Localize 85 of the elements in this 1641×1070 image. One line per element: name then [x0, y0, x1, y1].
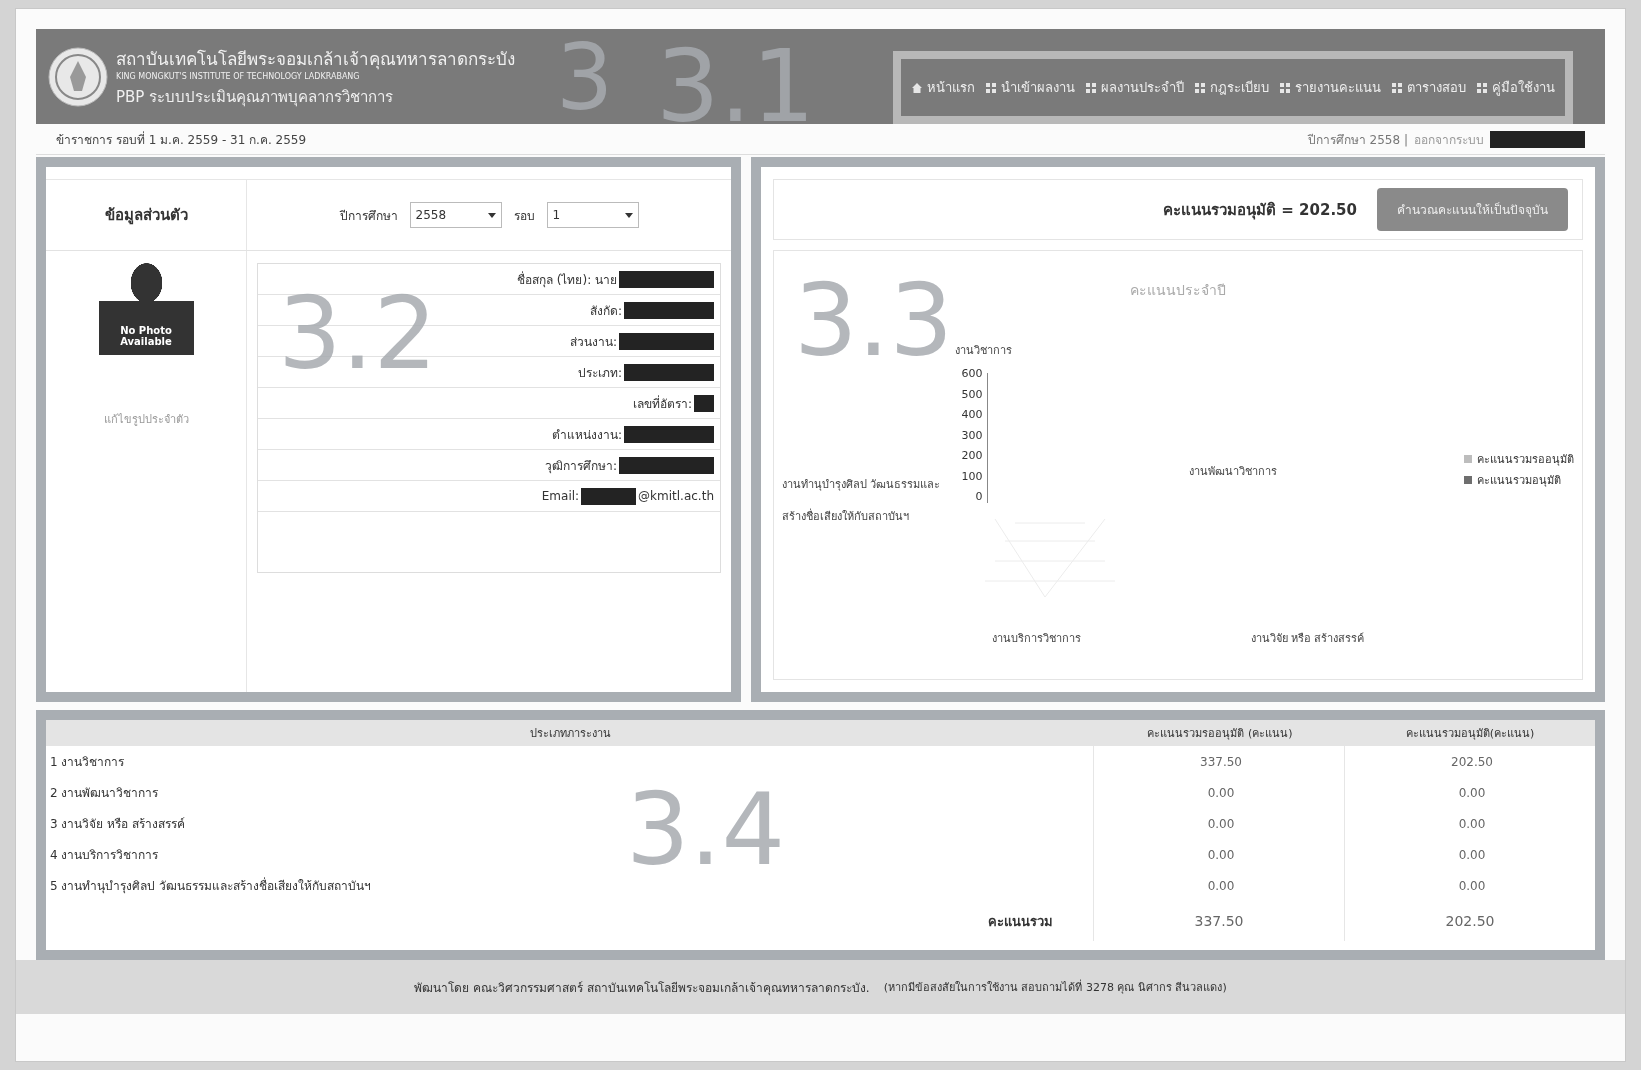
table-cell-text: 2 งานพัฒนาวิชาการ [49, 785, 160, 802]
year-select[interactable]: 2558 [409, 202, 502, 228]
grid-icon [1194, 81, 1206, 94]
field-label: ประเภท: [577, 364, 622, 382]
caret-icon [487, 212, 496, 218]
tick-label: 500 [960, 387, 983, 403]
nav-link[interactable]: คู่มือใช้งาน [1476, 77, 1555, 98]
annotation-number: 3.3 [794, 271, 954, 371]
table-cell-text: 0.00 [1206, 815, 1235, 833]
field-label: ชื่อสกุล (ไทย): นาย [516, 270, 617, 289]
field-label: ส่วนงาน: [569, 333, 617, 351]
tick-label: 300 [960, 428, 983, 444]
footer-credit: พัฒนาโดย คณะวิศวกรรมศาสตร์ สถาบันเทคโนโลยีพระจอมเกล้าเจ้าคุณทหารลาดกระบัง. [414, 979, 870, 997]
chart-title: คะแนนประจำปี [1130, 281, 1226, 300]
axis-label: งานวิจัย หรือ สร้างสรรค์ [1250, 630, 1365, 647]
institute-name-thai: สถาบันเทคโนโลยีพระจอมเกล้าเจ้าคุณทหารลาดกระบัง [116, 47, 515, 72]
column-header: ประเภทภาระงาน [529, 726, 612, 742]
tick-label: 0 [974, 490, 983, 505]
total-value: 202.50 [1445, 912, 1495, 931]
table-cell-text: 0.00 [1457, 815, 1486, 833]
logout-link[interactable]: ออกจากระบบ [1414, 129, 1484, 149]
table-cell-text: 0.00 [1206, 846, 1235, 864]
no-photo-text: No Photo Available [119, 325, 173, 347]
seal-logo-icon [48, 46, 108, 107]
nav-link[interactable]: ผลงานประจำปี [1085, 77, 1184, 98]
field-label: ตำแหน่งงาน: [551, 426, 622, 444]
grid-icon [1391, 81, 1403, 94]
legend-label: คะแนนรวมรออนุมัติ [1477, 452, 1574, 469]
table-cell-text: 0.00 [1457, 846, 1486, 864]
axis-label: งานพัฒนาวิชาการ [1188, 464, 1277, 478]
home-icon [911, 81, 923, 94]
total-value: 337.50 [1194, 912, 1244, 931]
column-header: คะแนนรวมรออนุมัติ (คะแนน) [1146, 726, 1294, 742]
table-cell-text: 0.00 [1457, 877, 1486, 895]
field-label: เลขที่อัตรา: [632, 394, 692, 413]
table-cell-text: 0.00 [1457, 784, 1486, 802]
legend-label: คะแนนรวมอนุมัติ [1477, 473, 1561, 490]
tick-label: 100 [960, 469, 983, 485]
table-cell-text: 5 งานทำนุบำรุงศิลป วัฒนธรรมและสร้างชื่อเสียงให้กับสถาบันฯ [49, 876, 373, 896]
table-cell-text: 202.50 [1450, 753, 1493, 771]
nav-link[interactable]: หน้าแรก [911, 77, 975, 98]
approved-score-summary: คะแนนรวมอนุมัติ = 202.50 [1163, 199, 1357, 222]
axis-label: งานบริการวิชาการ [991, 630, 1081, 647]
system-name: PBP ระบบประเมินคุณภาพบุคลากรวิชาการ [116, 86, 395, 109]
grid-icon [985, 81, 997, 94]
table-cell-text: 3 งานวิจัย หรือ สร้างสรรค์ [49, 816, 187, 833]
total-label: คะแนนรวม [988, 912, 1053, 931]
tick-label: 200 [960, 449, 983, 464]
academic-year-text: ปีการศึกษา 2558 | [1307, 131, 1408, 149]
nav-link[interactable]: นำเข้าผลงาน [985, 77, 1075, 98]
table-cell-text: 0.00 [1206, 784, 1235, 802]
grid-icon [1279, 81, 1291, 94]
field-label: สังกัด: [589, 302, 622, 320]
table-cell-text: 1 งานวิชาการ [49, 754, 126, 771]
year-label: ปีการศึกษา [339, 207, 398, 225]
field-label: วุฒิการศึกษา: [544, 457, 617, 475]
axis-label: งานทำนุบำรุงศิลป วัฒนธรรมและ [782, 476, 941, 493]
table-cell-text: 4 งานบริการวิชาการ [49, 847, 160, 864]
edit-photo-link[interactable]: แก้ไขรูปประจำตัว [103, 410, 189, 428]
annotation-number: 3.2 [278, 284, 438, 384]
footer-contact: (หากมีข้อสงสัยในการใช้งาน สอบถามได้ที่ 3278 คุณ นิศากร สีนวลแดง) [883, 978, 1227, 996]
nav-link[interactable]: รายงานคะแนน [1279, 77, 1381, 98]
redaction-bar [694, 394, 714, 412]
axis-label: งานวิชาการ [954, 343, 1012, 359]
grid-icon [1085, 81, 1097, 94]
period-text: ข้าราชการ รอบที่ 1 ม.ค. 2559 - 31 ก.ค. 2559 [56, 130, 307, 149]
table-cell-text: 337.50 [1199, 753, 1242, 771]
nav-link[interactable]: กฎระเบียบ [1194, 77, 1269, 98]
profile-title: ข้อมูลส่วนตัว [104, 205, 188, 227]
tick-label: 400 [960, 408, 983, 423]
axis-label: สร้างชื่อเสียงให้กับสถาบันฯ [782, 507, 910, 525]
tick-label: 600 [960, 367, 983, 382]
round-label: รอบ [513, 207, 535, 225]
recalculate-button[interactable]: คำนวณคะแนนให้เป็นปัจจุบัน [1377, 188, 1568, 231]
caret-icon [624, 212, 633, 218]
email-domain: @kmitl.ac.th [638, 489, 714, 503]
redaction-bar [581, 487, 637, 505]
annotation-number: 3.4 [626, 780, 786, 880]
nav-link[interactable]: ตารางสอบ [1391, 77, 1466, 98]
field-label: Email: [541, 489, 580, 503]
institute-name-english: KING MONGKUT'S INSTITUTE OF TECHNOLOGY LADKRABANG [116, 71, 361, 81]
column-header: คะแนนรวมอนุมัติ(คะแนน) [1404, 726, 1536, 742]
round-select[interactable]: 1 [546, 202, 639, 228]
grid-icon [1476, 81, 1488, 94]
table-cell-text: 0.00 [1206, 877, 1235, 895]
